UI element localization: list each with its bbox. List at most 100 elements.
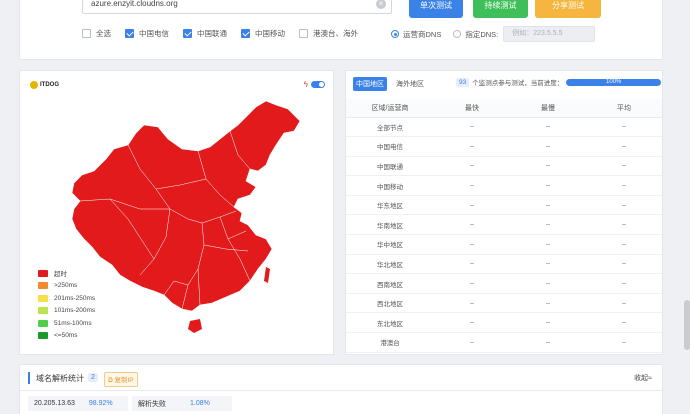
row-average: --: [586, 175, 662, 196]
results-card: 中国地区 海外地区 93 个监测点参与测试，当前进度： 100% 区域/运营商 …: [345, 70, 663, 355]
row-average: --: [586, 273, 662, 294]
row-region: 西北地区: [346, 293, 434, 314]
row-region: 东北地区: [346, 312, 434, 334]
filter-unicom[interactable]: 中国联通: [183, 28, 227, 39]
legend-label: <=50ms: [54, 332, 78, 340]
custom-dns-input[interactable]: 例如：223.5.5.5: [503, 26, 596, 42]
row-average: --: [586, 312, 662, 334]
row-slowest: --: [510, 273, 586, 294]
table-row: 港澳台 -- -- --: [346, 332, 662, 353]
filter-label: 中国联通: [197, 29, 227, 38]
filter-label: 全选: [96, 29, 111, 38]
collapse-button[interactable]: 收起≈: [634, 373, 652, 383]
page-scrollbar[interactable]: [684, 300, 690, 350]
tab-china[interactable]: 中国地区: [353, 77, 387, 91]
row-average: --: [586, 332, 662, 353]
table-row: 中国联通 -- -- --: [346, 156, 662, 177]
tab-overseas[interactable]: 海外地区: [393, 77, 427, 91]
itdog-logo: ITDOG: [30, 81, 59, 89]
lightning-icon: ϟ: [303, 80, 308, 89]
stats-header: 域名解析统计 2 ⧉ 复制IP 收起≈: [20, 365, 662, 391]
filter-label: 港澳台、海外: [313, 29, 358, 38]
isp-dns-radio[interactable]: [391, 30, 399, 38]
latency-legend: 超时 >250ms 201ms-250ms 101ms-200ms 51ms-1…: [38, 267, 95, 342]
row-region: 西南地区: [346, 273, 434, 294]
table-row: 华中地区 -- -- --: [346, 234, 662, 255]
row-region: 中国电信: [346, 136, 434, 157]
legend-label: 201ms-250ms: [54, 294, 96, 302]
hainan-island: [188, 319, 202, 333]
row-slowest: --: [510, 254, 586, 275]
stat-item: 20.205.13.63 98.92%: [28, 396, 128, 411]
progress-label: 个监测点参与测试，当前进度：: [472, 80, 564, 87]
row-region: 中国联通: [346, 156, 434, 177]
filter-mobile[interactable]: 中国移动: [241, 28, 285, 39]
legend-item: <=50ms: [38, 330, 95, 343]
clear-icon[interactable]: ×: [376, 0, 386, 9]
checkbox-icon: [125, 29, 134, 38]
row-slowest: --: [510, 136, 586, 157]
stats-title: 域名解析统计: [36, 374, 84, 383]
table-row: 全部节点 -- -- --: [346, 117, 662, 138]
header-slowest: 最慢: [510, 99, 586, 118]
domain-input[interactable]: [83, 0, 363, 12]
row-fastest: --: [434, 273, 510, 294]
stat-item: 解析失败 1.08%: [132, 396, 232, 411]
row-fastest: --: [434, 254, 510, 275]
row-slowest: --: [510, 293, 586, 314]
row-region: 港澳台: [346, 332, 434, 353]
filter-select-all[interactable]: 全选: [82, 28, 111, 39]
row-region: 中国移动: [346, 175, 434, 196]
test-form-card: × 单次测试 持续测试 分享测试 全选 中国电信 中国联通 中国移动 港澳台、海…: [19, 0, 663, 60]
taiwan-island: [264, 267, 270, 283]
header-average: 平均: [586, 99, 662, 118]
legend-swatch: [38, 282, 48, 290]
custom-dns-label: 指定DNS:: [465, 29, 499, 39]
row-region: 华南地区: [346, 214, 434, 236]
share-test-button[interactable]: 分享测试: [535, 0, 601, 18]
row-slowest: --: [510, 195, 586, 216]
filter-telecom[interactable]: 中国电信: [125, 28, 169, 39]
row-slowest: --: [510, 156, 586, 177]
table-header-row: 区域/运营商 最快 最慢 平均: [346, 99, 662, 118]
legend-item: 超时: [38, 267, 95, 280]
table-row: 华东地区 -- -- --: [346, 195, 662, 216]
map-card: ITDOG ϟ 超时 >250ms 201ms-250ms 101ms-200m…: [19, 70, 334, 355]
copy-ip-button[interactable]: ⧉ 复制IP: [104, 372, 138, 387]
legend-swatch: [38, 269, 48, 277]
section-accent: [28, 372, 30, 384]
table-row: 西南地区 -- -- --: [346, 273, 662, 294]
map-toggle[interactable]: ϟ: [304, 80, 325, 89]
test-progress: 93 个监测点参与测试，当前进度： 100%: [456, 77, 662, 87]
legend-label: 101ms-200ms: [54, 307, 96, 315]
copy-icon: ⧉: [108, 377, 113, 384]
china-map[interactable]: [70, 99, 310, 339]
row-average: --: [586, 156, 662, 177]
row-average: --: [586, 293, 662, 314]
domain-input-wrapper: ×: [82, 0, 392, 14]
header-region: 区域/运营商: [346, 99, 434, 118]
region-tabs: 中国地区 海外地区: [353, 77, 433, 91]
table-row: 西北地区 -- -- --: [346, 293, 662, 314]
table-row: 华南地区 -- -- --: [346, 214, 662, 236]
filter-overseas[interactable]: 港澳台、海外: [299, 28, 358, 39]
stat-percent: 1.08%: [190, 400, 210, 407]
row-average: --: [586, 214, 662, 236]
continuous-test-button[interactable]: 持续测试: [473, 0, 528, 18]
row-fastest: --: [434, 234, 510, 255]
header-fastest: 最快: [434, 99, 510, 118]
toggle-switch[interactable]: [311, 81, 325, 88]
legend-label: >250ms: [54, 282, 78, 290]
row-average: --: [586, 254, 662, 275]
row-slowest: --: [510, 214, 586, 236]
row-fastest: --: [434, 136, 510, 157]
legend-item: 101ms-200ms: [38, 305, 95, 318]
row-average: --: [586, 234, 662, 255]
legend-swatch: [38, 332, 48, 340]
legend-swatch: [38, 319, 48, 327]
single-test-button[interactable]: 单次测试: [409, 0, 463, 18]
custom-dns-radio[interactable]: [453, 30, 462, 38]
stat-percent: 98.92%: [88, 400, 113, 407]
legend-item: 51ms-100ms: [38, 317, 95, 330]
row-slowest: --: [510, 117, 586, 138]
